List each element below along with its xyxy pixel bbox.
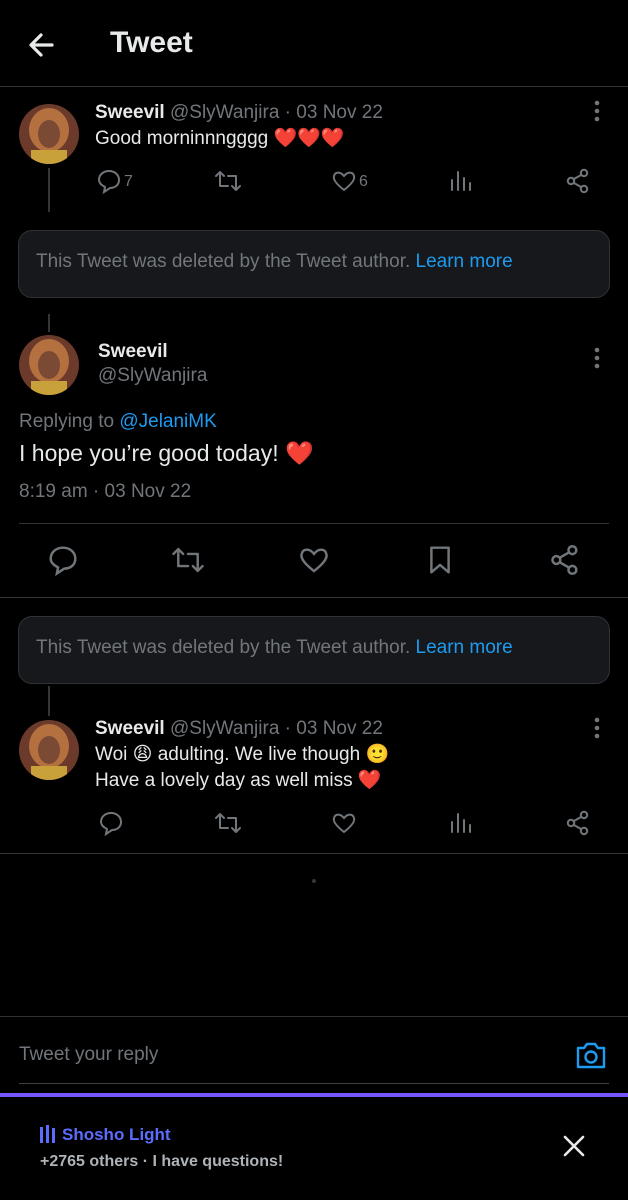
learn-more-link[interactable]: Learn more xyxy=(416,251,513,272)
reply-icon xyxy=(49,546,77,576)
tweet-date: · 03 Nov 22 xyxy=(284,102,383,123)
reply-icon xyxy=(97,169,121,194)
heart-icon xyxy=(332,813,356,834)
share-icon xyxy=(566,168,589,194)
like-button[interactable] xyxy=(298,544,330,576)
author-name[interactable]: Sweevil xyxy=(95,102,165,123)
like-count: 6 xyxy=(359,173,368,190)
top-app-bar xyxy=(0,0,628,87)
add-media-button[interactable] xyxy=(575,1040,607,1070)
tweet-text-line-1: Woi 😩 adulting. We live though 🙂 xyxy=(95,744,390,765)
back-button[interactable] xyxy=(22,24,64,66)
space-host-name: Shosho Light xyxy=(62,1125,171,1144)
share-button[interactable] xyxy=(549,544,581,576)
more-options-button[interactable] xyxy=(587,346,607,370)
divider xyxy=(0,597,628,598)
tweet-text: Good morninnngggg ❤️❤️❤️ xyxy=(95,128,345,149)
heart-icon xyxy=(332,171,356,192)
analytics-button[interactable] xyxy=(449,810,473,836)
tweet-header: Sweevil @SlyWanjira · 03 Nov 22 xyxy=(95,102,383,124)
space-subtitle: +2765 others · I have questions! xyxy=(40,1153,284,1170)
divider xyxy=(0,1016,628,1017)
deleted-tweet-notice: This Tweet was deleted by the Tweet auth… xyxy=(18,230,610,298)
space-banner[interactable] xyxy=(0,1097,628,1200)
more-options-button[interactable] xyxy=(587,99,607,123)
share-button[interactable] xyxy=(565,810,591,836)
tweet-text-line-2: Have a lovely day as well miss ❤️ xyxy=(95,770,382,791)
input-underline xyxy=(19,1083,609,1084)
author-name[interactable]: Sweevil xyxy=(98,341,168,363)
thread-line xyxy=(48,168,50,212)
reply-input[interactable]: Tweet your reply xyxy=(19,1044,158,1066)
share-icon xyxy=(566,810,589,836)
deleted-notice-text: This Tweet was deleted by the Tweet auth… xyxy=(36,637,411,658)
reply-button[interactable] xyxy=(96,168,122,194)
learn-more-link[interactable]: Learn more xyxy=(416,637,513,658)
heart-icon xyxy=(300,548,328,573)
thread-line xyxy=(48,686,50,716)
author-name[interactable]: Sweevil xyxy=(95,718,165,739)
reply-button[interactable] xyxy=(98,810,124,836)
tweet-timestamp: 8:19 am · 03 Nov 22 xyxy=(19,481,192,502)
replying-to-link[interactable]: @JelaniMK xyxy=(119,411,216,432)
thread-line xyxy=(48,314,50,332)
divider xyxy=(19,523,609,524)
audio-space-icon xyxy=(40,1125,56,1143)
share-button[interactable] xyxy=(565,168,591,194)
deleted-tweet-notice: This Tweet was deleted by the Tweet auth… xyxy=(18,616,610,684)
divider xyxy=(0,853,628,854)
like-button[interactable] xyxy=(331,168,357,194)
bookmark-icon xyxy=(430,546,450,574)
more-vertical-icon xyxy=(594,717,600,739)
author-handle[interactable]: @SlyWanjira xyxy=(170,102,279,123)
tweet-date: · 03 Nov 22 xyxy=(284,718,383,739)
close-icon xyxy=(563,1135,585,1157)
like-button[interactable] xyxy=(331,810,357,836)
retweet-icon xyxy=(172,547,204,573)
analytics-icon xyxy=(451,171,471,191)
reply-count: 7 xyxy=(124,173,133,190)
avatar[interactable] xyxy=(19,104,79,164)
camera-icon xyxy=(576,1042,606,1069)
author-handle[interactable]: @SlyWanjira xyxy=(98,365,207,387)
replying-to: Replying to @JelaniMK xyxy=(19,411,217,432)
more-vertical-icon xyxy=(594,347,600,369)
deleted-notice-text: This Tweet was deleted by the Tweet auth… xyxy=(36,251,411,272)
more-options-button[interactable] xyxy=(587,716,607,740)
avatar[interactable] xyxy=(19,720,79,780)
close-button[interactable] xyxy=(561,1133,587,1159)
reply-button[interactable] xyxy=(47,544,79,576)
page-title: Tweet xyxy=(110,26,193,59)
more-vertical-icon xyxy=(594,100,600,122)
retweet-icon xyxy=(215,171,241,191)
loading-indicator xyxy=(312,879,316,883)
avatar[interactable] xyxy=(19,335,79,395)
retweet-button[interactable] xyxy=(171,544,205,576)
analytics-button[interactable] xyxy=(449,168,473,194)
reply-icon xyxy=(99,811,123,836)
arrow-left-icon xyxy=(29,33,54,57)
retweet-button[interactable] xyxy=(214,810,242,836)
analytics-icon xyxy=(451,813,471,833)
retweet-icon xyxy=(215,813,241,833)
tweet-text: I hope you’re good today! ❤️ xyxy=(19,440,314,466)
author-handle[interactable]: @SlyWanjira xyxy=(170,718,279,739)
bookmark-button[interactable] xyxy=(424,544,456,576)
share-icon xyxy=(551,544,578,576)
tweet-header: Sweevil @SlyWanjira · 03 Nov 22 xyxy=(95,718,383,740)
retweet-button[interactable] xyxy=(214,168,242,194)
